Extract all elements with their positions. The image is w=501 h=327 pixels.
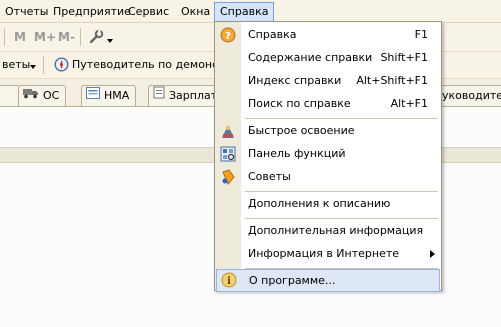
compass-icon[interactable] <box>54 57 69 72</box>
menu-item-label: Быстрое освоение <box>248 124 355 137</box>
tips-icon <box>220 169 236 185</box>
svg-text:i: i <box>227 276 231 287</box>
help-question-icon: ? <box>220 27 236 43</box>
document-icon <box>86 86 100 106</box>
quick-learning-icon <box>220 123 236 139</box>
menu-item-shortcut: Alt+Shift+F1 <box>356 74 428 87</box>
toolbar-separator <box>43 56 44 74</box>
toolbar-separator <box>4 28 5 46</box>
menu-item-label: Советы <box>248 170 291 183</box>
menu-windows[interactable]: Окна <box>178 4 213 19</box>
memory-plus-button[interactable]: M+ <box>34 30 56 44</box>
tab-label: уководителе <box>442 89 501 102</box>
menu-item-label: О программе... <box>249 274 336 287</box>
tab-nma[interactable]: НМА <box>81 85 137 106</box>
menu-item-label: Дополнения к описанию <box>248 197 391 210</box>
menu-item-help[interactable]: ? Справка F1 <box>215 24 441 46</box>
toolbar-separator <box>80 28 81 46</box>
menu-item-label: Информация в Интернете <box>248 247 400 260</box>
menu-separator <box>245 191 438 192</box>
menu-item-shortcut: Shift+F1 <box>380 51 428 64</box>
menu-item-help-search[interactable]: Поиск по справке Alt+F1 <box>215 93 441 115</box>
tab-partial[interactable] <box>0 85 20 106</box>
memory-button[interactable]: M <box>14 30 26 44</box>
menu-item-additional-info[interactable]: Дополнительная информация <box>215 220 441 242</box>
menu-item-label: Содержание справки <box>248 51 373 64</box>
tab-label: НМА <box>104 89 130 102</box>
menu-service[interactable]: Сервис <box>125 4 172 19</box>
help-dropdown-menu: ? Справка F1 Содержание справки Shift+F1… <box>214 21 442 292</box>
menu-item-label: Поиск по справке <box>248 97 351 110</box>
menu-item-tips[interactable]: Советы <box>215 166 441 188</box>
menu-item-function-panel[interactable]: Панель функций <box>215 143 441 165</box>
memory-minus-button[interactable]: M- <box>58 30 75 44</box>
tips-dropdown[interactable]: веты <box>2 58 30 71</box>
menu-item-label: Справка <box>248 28 297 41</box>
menu-item-about[interactable]: i О программе... <box>216 269 440 292</box>
menu-item-internet-info[interactable]: Информация в Интернете <box>215 243 441 265</box>
menu-separator <box>245 218 438 219</box>
menu-item-help-index[interactable]: Индекс справки Alt+Shift+F1 <box>215 70 441 92</box>
menu-enterprise[interactable]: Предприятие <box>50 4 134 19</box>
menu-item-label: Панель функций <box>248 147 346 160</box>
function-panel-icon <box>220 146 236 162</box>
info-icon: i <box>221 272 237 288</box>
menu-reports[interactable]: Отчеты <box>2 4 51 19</box>
tab-managers[interactable]: уководителе <box>438 85 501 106</box>
menu-item-label: Дополнительная информация <box>248 224 424 237</box>
salary-icon <box>153 86 165 106</box>
menu-separator <box>245 118 438 119</box>
chevron-down-icon[interactable] <box>30 65 36 69</box>
wrench-icon[interactable] <box>88 29 104 45</box>
tab-label: ОС <box>43 89 60 102</box>
menu-item-help-contents[interactable]: Содержание справки Shift+F1 <box>215 47 441 69</box>
menu-item-shortcut: Alt+F1 <box>390 97 428 110</box>
tab-os[interactable]: ОС <box>18 85 67 106</box>
menu-bar: Отчеты Предприятие Сервис Окна Справка <box>0 0 501 23</box>
svg-text:?: ? <box>225 31 231 42</box>
menu-item-quick-learning[interactable]: Быстрое освоение <box>215 120 441 142</box>
truck-icon <box>23 86 39 106</box>
menu-item-description-addons[interactable]: Дополнения к описанию <box>215 193 441 215</box>
chevron-down-icon[interactable] <box>107 39 113 43</box>
submenu-arrow-icon <box>430 250 435 258</box>
menu-item-label: Индекс справки <box>248 74 342 87</box>
menu-help[interactable]: Справка <box>214 2 275 22</box>
menu-item-shortcut: F1 <box>414 28 428 41</box>
